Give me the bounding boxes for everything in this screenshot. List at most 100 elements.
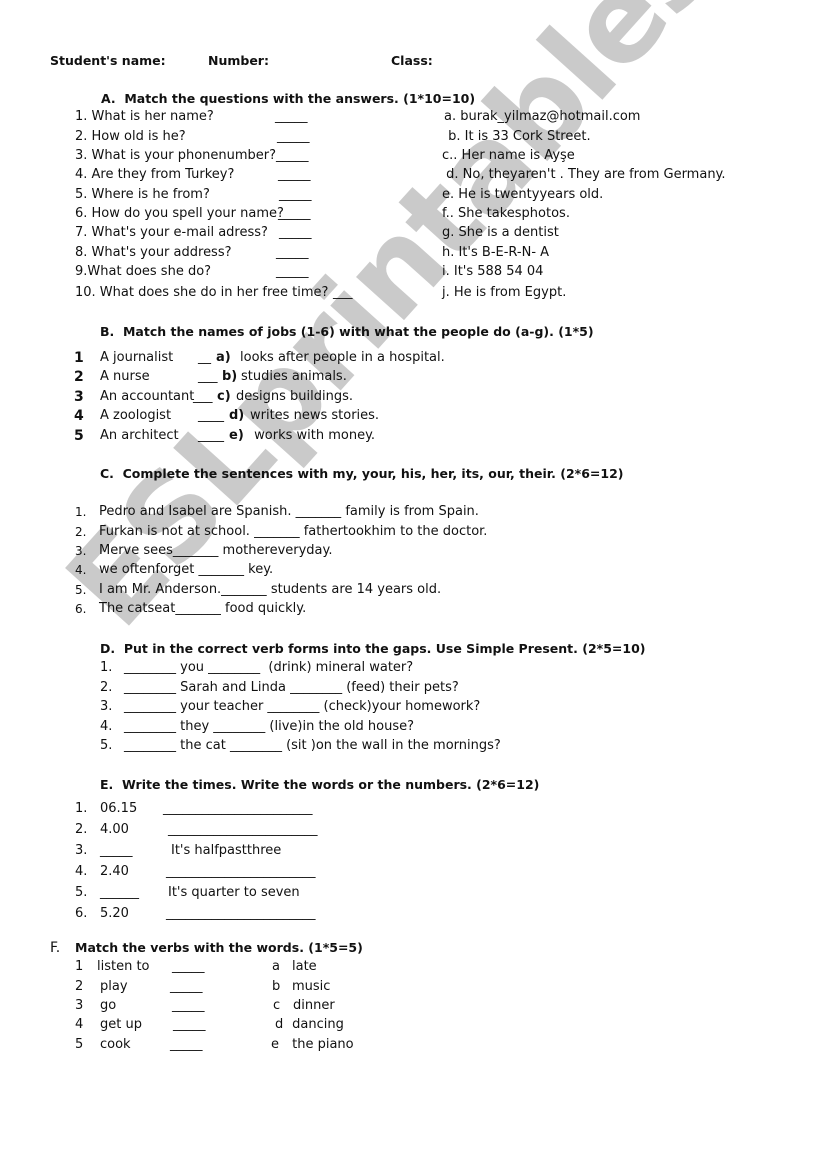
option-letter: e): [229, 428, 244, 443]
answer-option: e. He is twentyyears old.: [442, 187, 604, 202]
job-name: A nurse: [100, 369, 150, 384]
answer-blank[interactable]: _____: [279, 187, 312, 203]
number-label: Number:: [208, 53, 269, 68]
section-c-title: C. Complete the sentences with my, your,…: [100, 466, 624, 481]
row-number: 2: [75, 979, 84, 994]
option-letter: c: [273, 998, 281, 1013]
row-number: 5: [74, 428, 84, 444]
item-number: 3.: [100, 699, 113, 714]
answer-blank[interactable]: _____: [279, 225, 312, 241]
answer-line[interactable]: ______: [100, 885, 139, 901]
answer-blank[interactable]: ___: [193, 389, 213, 405]
sentence[interactable]: I am Mr. Anderson._______ students are 1…: [99, 582, 441, 598]
item-number: 2.: [75, 822, 88, 837]
answer-option: i. It's 588 54 04: [442, 264, 544, 279]
answer-blank[interactable]: __: [198, 350, 211, 366]
question-item: 4. Are they from Turkey?: [75, 167, 235, 182]
item-number: 5.: [100, 738, 113, 753]
row-number: 1: [75, 959, 84, 974]
question-item: 8. What's your address?: [75, 245, 232, 260]
word: music: [292, 979, 331, 994]
option-letter: b: [272, 979, 281, 994]
time-value: 4.00: [100, 822, 129, 837]
option-letter: a): [216, 350, 231, 365]
sentence[interactable]: Furkan is not at school. _______ fathert…: [99, 524, 487, 540]
sentence[interactable]: ________ they ________ (live)in the old …: [124, 719, 414, 735]
student-name-label: Student's name:: [50, 53, 166, 68]
answer-option: j. He is from Egypt.: [442, 285, 567, 300]
answer-line[interactable]: _______________________: [163, 801, 313, 817]
sentence[interactable]: we oftenforget _______ key.: [99, 562, 273, 578]
question-item: 5. Where is he from?: [75, 187, 210, 202]
option-letter: a: [272, 959, 280, 974]
job-name: An architect: [100, 428, 179, 443]
answer-blank[interactable]: _____: [172, 959, 205, 975]
word: late: [292, 959, 317, 974]
sentence[interactable]: ________ Sarah and Linda ________ (feed)…: [124, 680, 459, 696]
answer-blank[interactable]: _____: [278, 206, 311, 222]
answer-blank[interactable]: _____: [172, 998, 205, 1014]
sentence[interactable]: ________ you ________ (drink) mineral wa…: [124, 660, 413, 676]
verb: cook: [100, 1037, 131, 1052]
job-name: An accountant: [100, 389, 195, 404]
answer-option: c.. Her name is Ayşe: [442, 148, 575, 163]
job-description: studies animals.: [241, 369, 347, 384]
item-number: 1.: [75, 801, 88, 816]
answer-blank[interactable]: ___: [198, 369, 218, 385]
item-number: 1.: [100, 660, 113, 675]
section-f-label: F.: [50, 940, 61, 956]
row-number: 5: [75, 1037, 84, 1052]
item-number: 2.: [100, 680, 113, 695]
row-number: 4: [74, 408, 84, 424]
answer-blank[interactable]: _____: [170, 1037, 203, 1053]
time-value: 2.40: [100, 864, 129, 879]
item-number: 4.: [75, 563, 87, 577]
answer-blank[interactable]: _____: [278, 167, 311, 183]
sentence[interactable]: The catseat_______ food quickly.: [99, 601, 306, 617]
answer-blank[interactable]: _____: [276, 245, 309, 261]
answer-option: d. No, theyaren't . They are from German…: [442, 167, 726, 182]
section-d-title: D. Put in the correct verb forms into th…: [100, 641, 646, 656]
word: dancing: [288, 1017, 344, 1032]
answer-blank[interactable]: ___: [333, 285, 353, 301]
answer-blank[interactable]: _____: [173, 1017, 206, 1033]
question-item: 7. What's your e-mail adress?: [75, 225, 268, 240]
row-number: 4: [75, 1017, 84, 1032]
sentence[interactable]: Merve sees_______ mothereveryday.: [99, 543, 333, 559]
answer-blank[interactable]: _____: [276, 148, 309, 164]
item-number: 5.: [75, 583, 87, 597]
time-value: 5.20: [100, 906, 129, 921]
item-number: 4.: [75, 864, 88, 879]
answer-option: b. It is 33 Cork Street.: [444, 129, 591, 144]
job-name: A journalist: [100, 350, 174, 365]
job-description: writes news stories.: [250, 408, 380, 423]
item-number: 1.: [75, 505, 87, 519]
sentence[interactable]: ________ your teacher ________ (check)yo…: [124, 699, 480, 715]
sentence[interactable]: ________ the cat ________ (sit )on the w…: [124, 738, 501, 754]
class-label: Class:: [391, 53, 433, 68]
verb: go: [100, 998, 117, 1013]
answer-blank[interactable]: ____: [198, 408, 224, 424]
time-value: 06.15: [100, 801, 138, 816]
verb: listen to: [97, 959, 150, 974]
question-item: 6. How do you spell your name?: [75, 206, 284, 221]
row-number: 3: [74, 389, 84, 405]
answer-line[interactable]: _______________________: [168, 822, 318, 838]
answer-line[interactable]: _______________________: [166, 906, 316, 922]
item-number: 3.: [75, 843, 88, 858]
answer-option: h. It's B-E-R-N- A: [442, 245, 550, 260]
answer-option: a. burak_yilmaz@hotmail.com: [444, 109, 641, 124]
answer-blank[interactable]: _____: [275, 109, 308, 125]
job-name: A zoologist: [100, 408, 172, 423]
answer-blank[interactable]: _____: [277, 129, 310, 145]
answer-blank[interactable]: ____: [198, 428, 224, 444]
sentence[interactable]: Pedro and Isabel are Spanish. _______ fa…: [99, 504, 479, 520]
section-a-title: A. Match the questions with the answers.…: [101, 91, 476, 106]
answer-line[interactable]: _______________________: [166, 864, 316, 880]
worksheet-content: Student's name: Number: Class: A. Match …: [0, 0, 826, 1169]
answer-blank[interactable]: _____: [170, 979, 203, 995]
row-number: 3: [75, 998, 84, 1013]
question-item: 9.What does she do?: [75, 264, 212, 279]
answer-blank[interactable]: _____: [276, 264, 309, 280]
answer-line[interactable]: _____: [100, 843, 133, 859]
